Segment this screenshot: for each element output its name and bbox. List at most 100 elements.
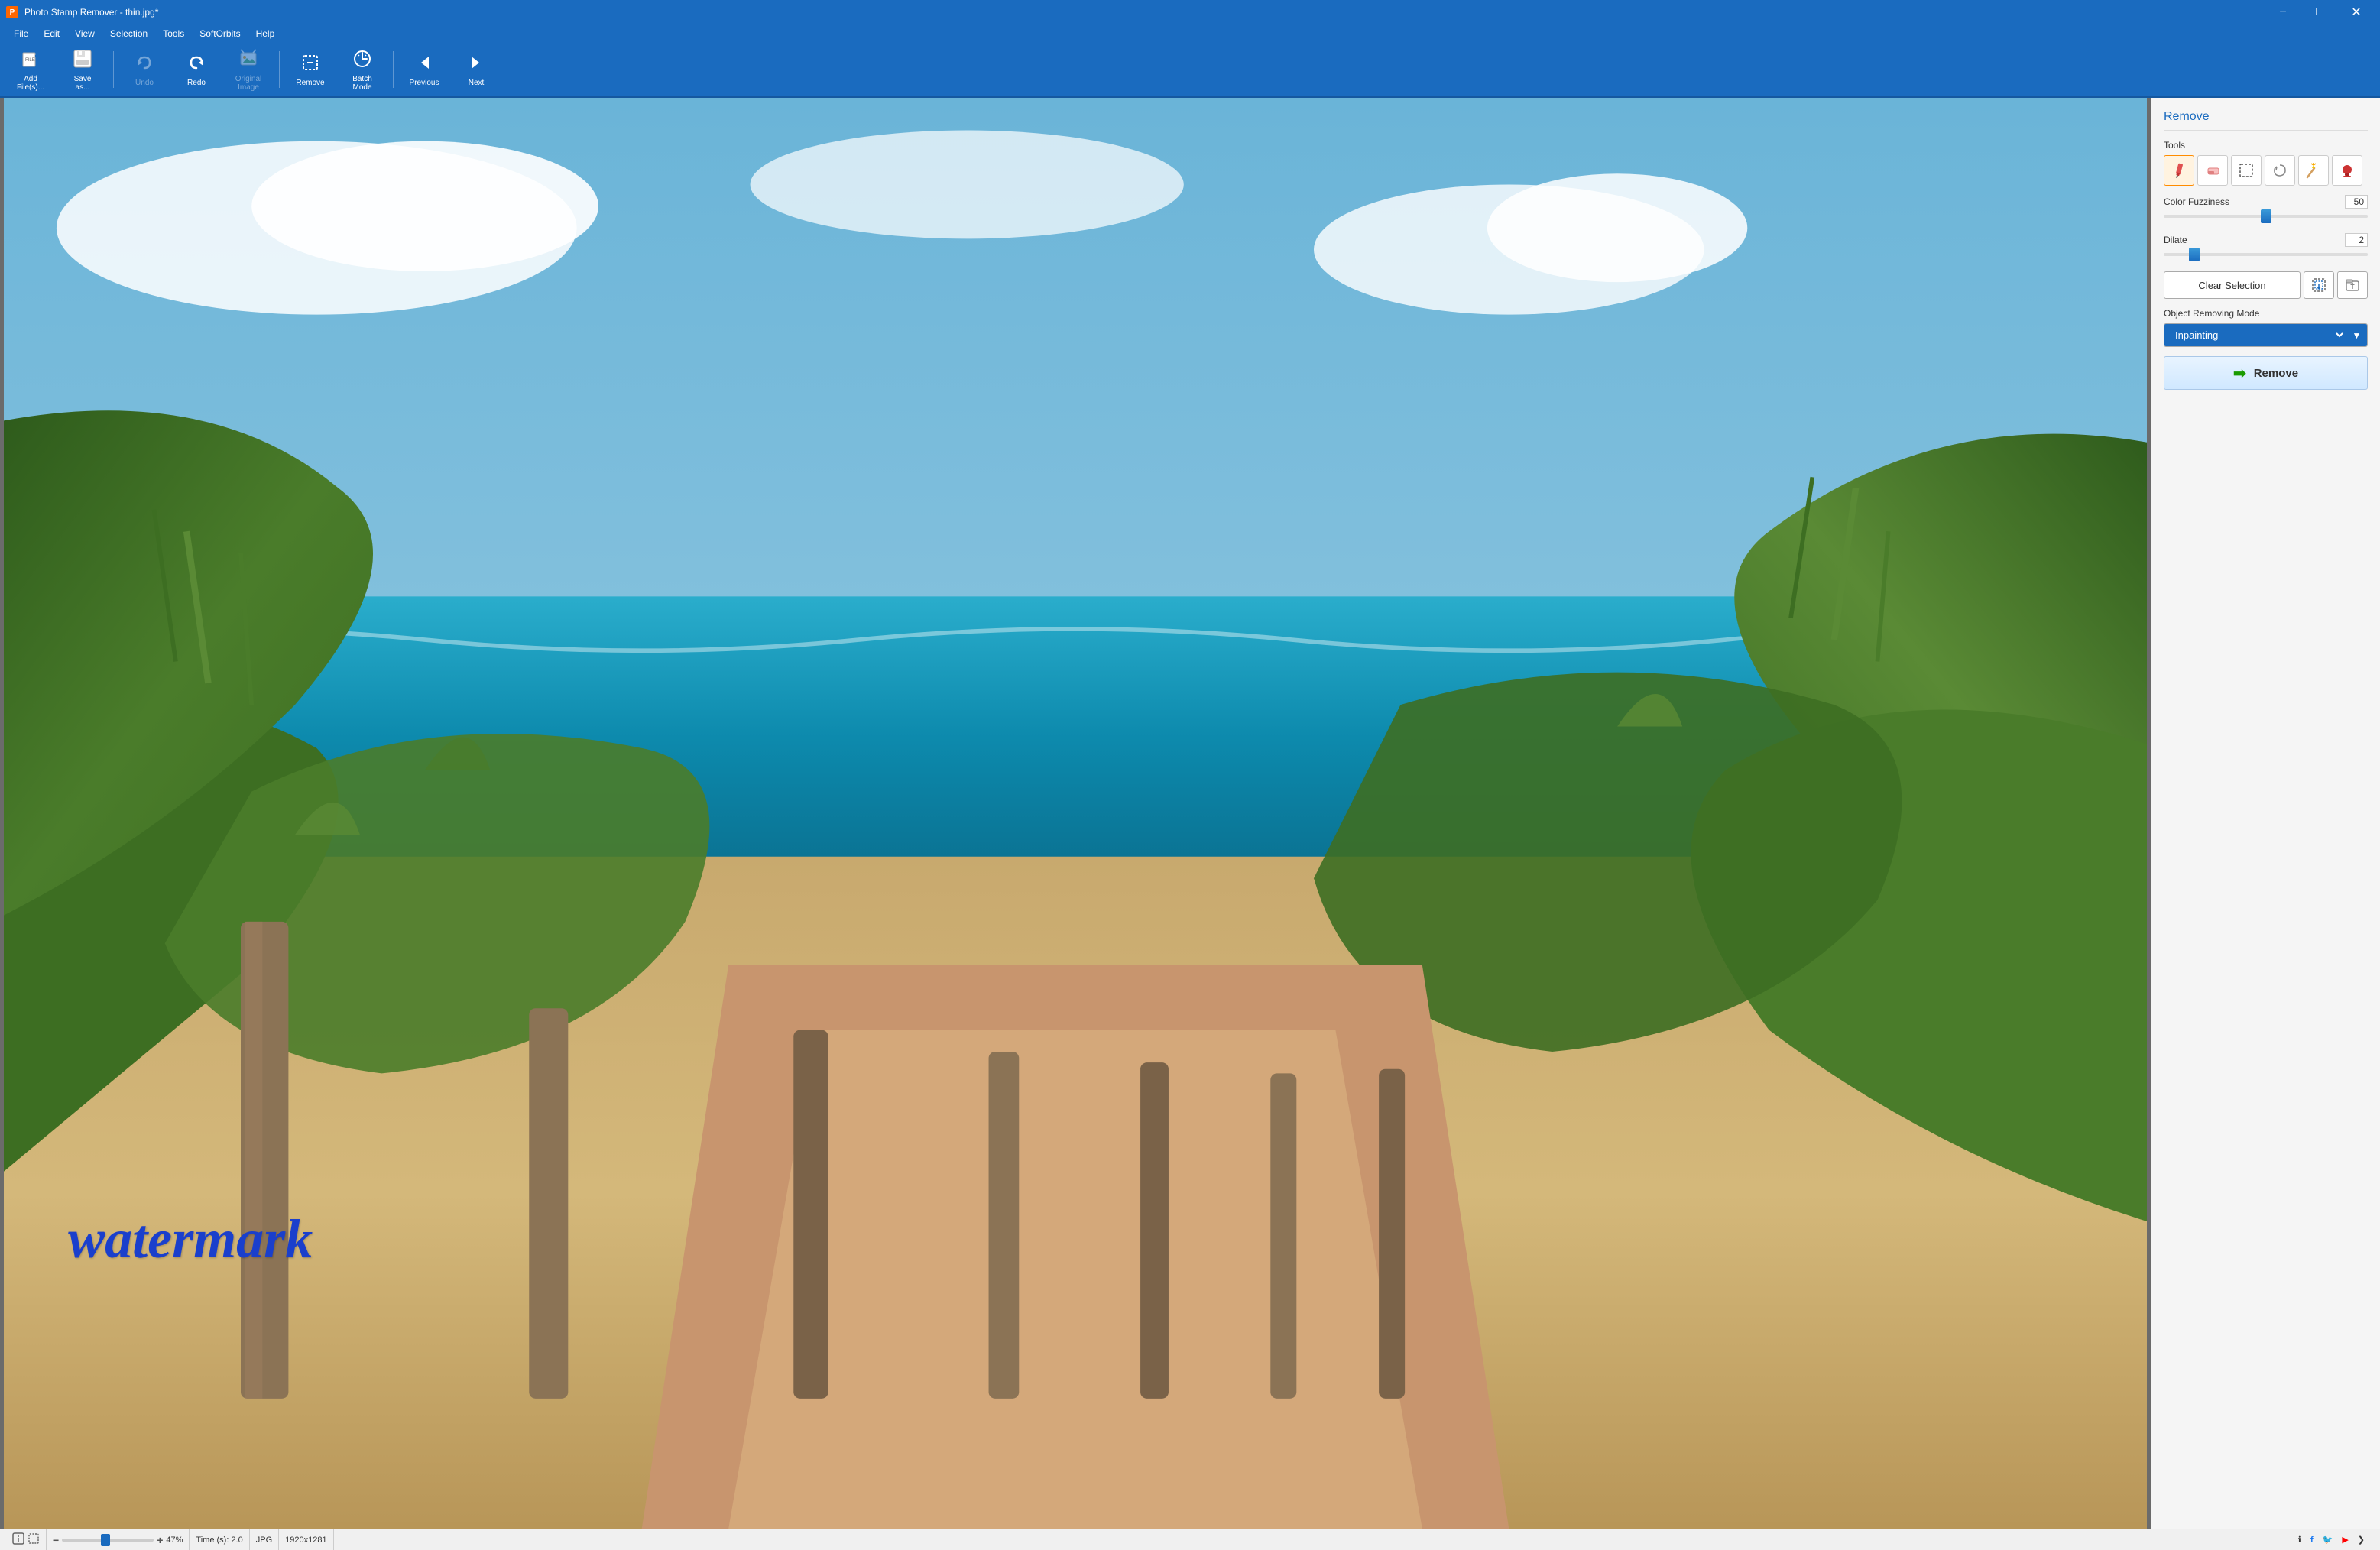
- slider-thumb[interactable]: [2261, 209, 2271, 223]
- add-files-button[interactable]: FILE AddFile(s)...: [6, 46, 55, 93]
- menu-edit[interactable]: Edit: [36, 27, 67, 41]
- load-selection-button[interactable]: [2337, 271, 2368, 299]
- batch-mode-button[interactable]: BatchMode: [338, 46, 387, 93]
- remove-toolbar-label: Remove: [296, 79, 324, 87]
- tools-section: Tools: [2164, 140, 2368, 186]
- tools-label: Tools: [2164, 140, 2368, 151]
- rect-select-button[interactable]: [2231, 155, 2262, 186]
- sep-3: [393, 51, 394, 88]
- dilate-slider-thumb[interactable]: [2189, 248, 2200, 261]
- title-left: P Photo Stamp Remover - thin.jpg*: [6, 6, 158, 18]
- magic-wand-button[interactable]: [2298, 155, 2329, 186]
- menu-bar: File Edit View Selection Tools SoftOrbit…: [0, 24, 2380, 43]
- color-fuzziness-label: Color Fuzziness: [2164, 196, 2339, 207]
- next-button[interactable]: Next: [452, 46, 501, 93]
- stamp-tool-button[interactable]: [2332, 155, 2362, 186]
- redo-button[interactable]: Redo: [172, 46, 221, 93]
- save-selection-button[interactable]: [2304, 271, 2334, 299]
- remove-button-label: Remove: [2254, 367, 2298, 380]
- menu-softorbits[interactable]: SoftOrbits: [192, 27, 248, 41]
- batch-mode-label: BatchMode: [352, 75, 372, 92]
- scene-svg: [4, 98, 2147, 1529]
- remove-toolbar-button[interactable]: Remove: [286, 46, 335, 93]
- info-icon: [12, 1532, 24, 1547]
- close-button[interactable]: ✕: [2339, 0, 2374, 24]
- save-as-label: Saveas...: [74, 75, 92, 92]
- next-label: Next: [469, 79, 485, 87]
- dilate-label: Dilate: [2164, 235, 2339, 245]
- original-image-icon: [238, 48, 259, 73]
- time-label: Time (s): 2.0: [196, 1535, 242, 1545]
- status-bar: − + 47% Time (s): 2.0 JPG 1920x1281 ℹ f …: [0, 1529, 2380, 1550]
- zoom-section: − + 47%: [47, 1529, 190, 1550]
- facebook-icon[interactable]: f: [2310, 1535, 2314, 1545]
- format-label: JPG: [256, 1535, 272, 1545]
- dilate-value: 2: [2345, 233, 2368, 247]
- youtube-icon[interactable]: ▶: [2342, 1535, 2348, 1545]
- lasso-tool-button[interactable]: [2265, 155, 2295, 186]
- status-dimensions: 1920x1281: [279, 1529, 333, 1550]
- status-format: JPG: [250, 1529, 279, 1550]
- info-circle-icon[interactable]: ℹ: [2298, 1535, 2301, 1545]
- mode-dropdown[interactable]: Inpainting Content-Aware Fill Blur Mean …: [2164, 323, 2368, 347]
- color-fuzziness-value: 50: [2345, 195, 2368, 209]
- canvas-area[interactable]: watermark: [0, 98, 2151, 1529]
- remove-arrow-icon: ➡: [2233, 364, 2246, 383]
- zoom-slider[interactable]: [62, 1539, 154, 1542]
- next-icon: [465, 52, 487, 77]
- clear-selection-row: Clear Selection: [2164, 271, 2368, 299]
- save-as-icon: [72, 48, 93, 73]
- toolbar: FILE AddFile(s)... Saveas... Undo Redo: [0, 43, 2380, 98]
- dropdown-arrow-icon[interactable]: ▼: [2346, 324, 2367, 346]
- sep-1: [113, 51, 114, 88]
- color-fuzziness-slider[interactable]: [2164, 215, 2368, 218]
- watermark-text: watermark: [68, 1208, 313, 1271]
- menu-help[interactable]: Help: [248, 27, 283, 41]
- previous-icon: [413, 52, 435, 77]
- menu-view[interactable]: View: [67, 27, 102, 41]
- original-image-label: OriginalImage: [235, 75, 261, 92]
- previous-label: Previous: [410, 79, 439, 87]
- add-files-label: AddFile(s)...: [17, 75, 44, 92]
- svg-text:FILE: FILE: [25, 58, 35, 63]
- main-content: watermark Remove Tools: [0, 98, 2380, 1529]
- dimensions-label: 1920x1281: [285, 1535, 326, 1545]
- object-removing-mode-label: Object Removing Mode: [2164, 308, 2368, 319]
- arrow-right-icon[interactable]: ❯: [2358, 1535, 2365, 1545]
- previous-button[interactable]: Previous: [400, 46, 449, 93]
- zoom-level: 47%: [166, 1535, 183, 1545]
- menu-tools[interactable]: Tools: [155, 27, 192, 41]
- status-time: Time (s): 2.0: [190, 1529, 249, 1550]
- right-panel: Remove Tools: [2151, 98, 2380, 1529]
- redo-icon: [186, 52, 207, 77]
- add-files-icon: FILE: [20, 48, 41, 73]
- color-fuzziness-row: Color Fuzziness 50: [2164, 195, 2368, 209]
- tools-row: [2164, 155, 2368, 186]
- dilate-row: Dilate 2: [2164, 233, 2368, 247]
- dilate-slider[interactable]: [2164, 253, 2368, 256]
- maximize-button[interactable]: □: [2302, 0, 2337, 24]
- title-controls: − □ ✕: [2265, 0, 2374, 24]
- save-as-button[interactable]: Saveas...: [58, 46, 107, 93]
- batch-mode-icon: [352, 48, 373, 73]
- clear-selection-button[interactable]: Clear Selection: [2164, 271, 2301, 299]
- object-removing-mode-section: Object Removing Mode Inpainting Content-…: [2164, 308, 2368, 347]
- marker-tool-button[interactable]: [2164, 155, 2194, 186]
- mode-select[interactable]: Inpainting Content-Aware Fill Blur Mean: [2164, 324, 2346, 346]
- zoom-minus-button[interactable]: −: [53, 1534, 59, 1546]
- original-image-button[interactable]: OriginalImage: [224, 46, 273, 93]
- remove-icon: [300, 52, 321, 77]
- minimize-button[interactable]: −: [2265, 0, 2301, 24]
- twitter-icon[interactable]: 🐦: [2323, 1535, 2333, 1545]
- sep-2: [279, 51, 280, 88]
- eraser-tool-button[interactable]: [2197, 155, 2228, 186]
- menu-file[interactable]: File: [6, 27, 36, 41]
- menu-selection[interactable]: Selection: [102, 27, 155, 41]
- zoom-plus-button[interactable]: +: [157, 1534, 163, 1546]
- undo-button[interactable]: Undo: [120, 46, 169, 93]
- undo-icon: [134, 52, 155, 77]
- zoom-thumb: [101, 1534, 110, 1546]
- dilate-section: Dilate 2: [2164, 233, 2368, 262]
- title-bar: P Photo Stamp Remover - thin.jpg* − □ ✕: [0, 0, 2380, 24]
- remove-button[interactable]: ➡ Remove: [2164, 356, 2368, 390]
